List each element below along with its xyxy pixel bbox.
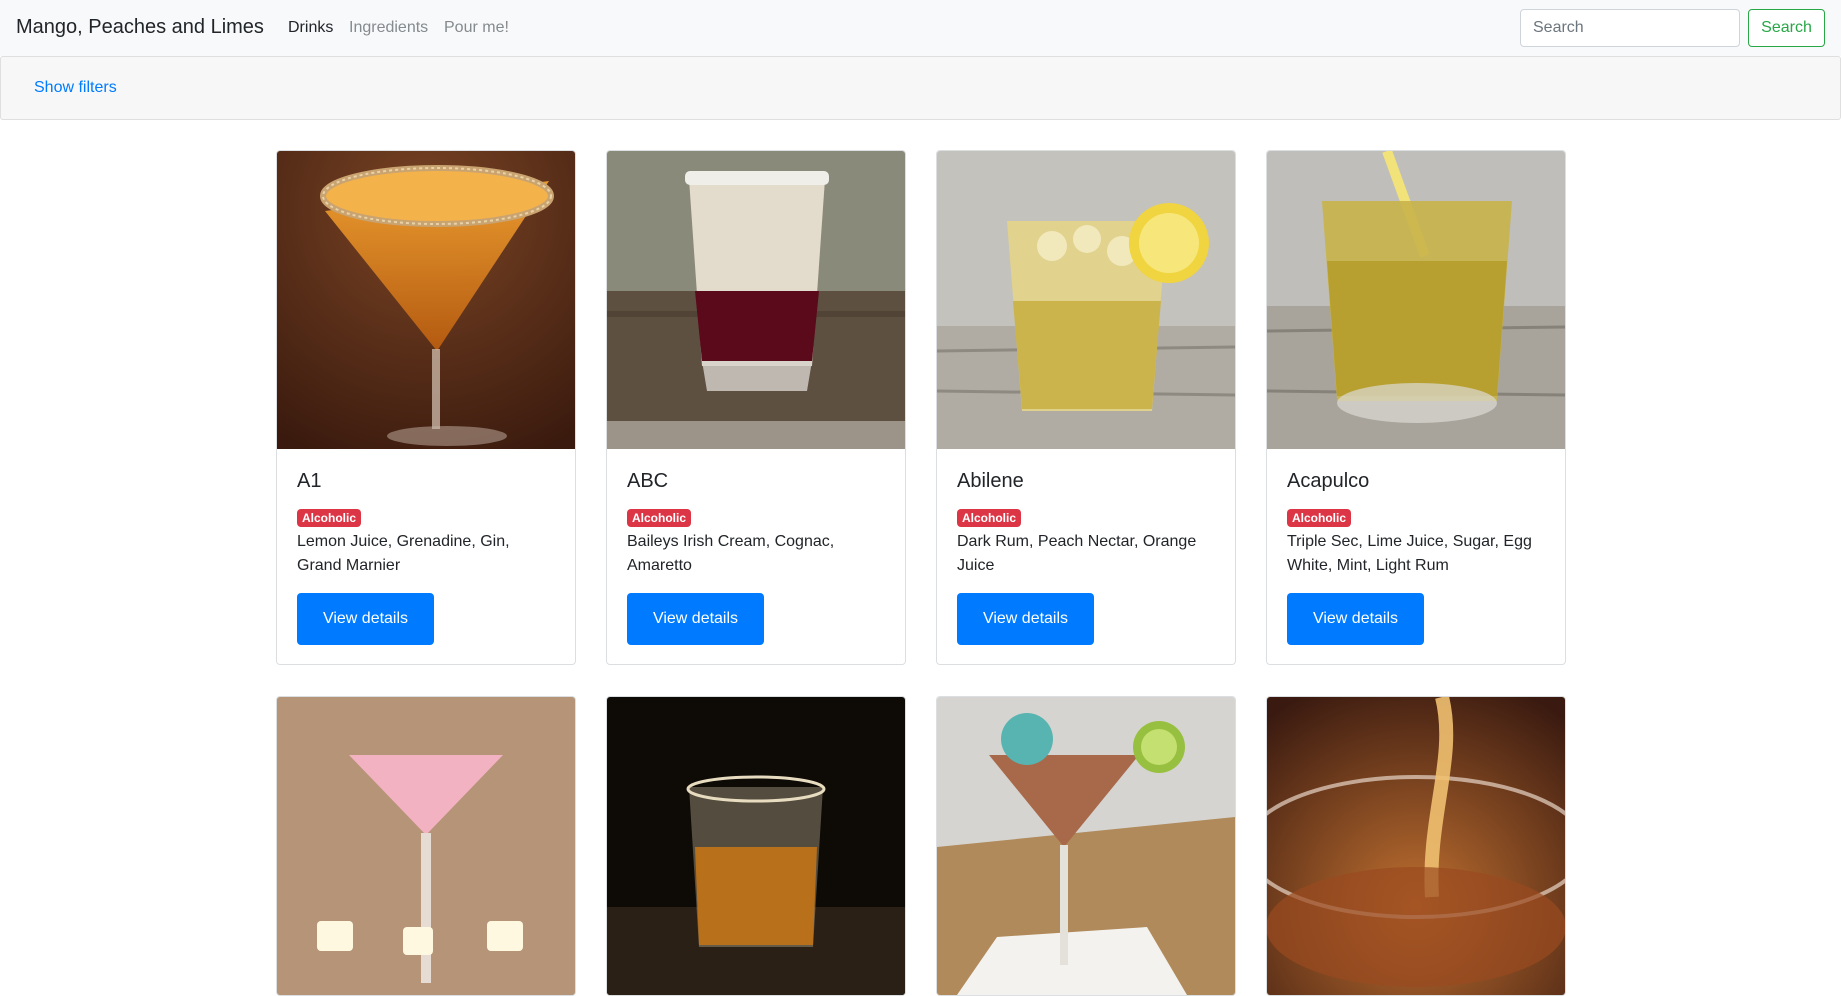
drink-card xyxy=(276,696,576,996)
search-input[interactable] xyxy=(1520,9,1740,47)
drink-name: A1 xyxy=(297,470,322,492)
drink-image[interactable] xyxy=(277,151,575,449)
drink-card xyxy=(1266,696,1566,996)
category-badge: Alcoholic xyxy=(1287,509,1352,527)
category-badge: Alcoholic xyxy=(627,509,692,527)
drink-card-abc: ABC Alcoholic Baileys Irish Cream, Cogna… xyxy=(606,150,906,665)
drink-card xyxy=(606,696,906,996)
drink-card-a1: A1 Alcoholic Lemon Juice, Grenadine, Gin… xyxy=(276,150,576,665)
drink-image[interactable] xyxy=(1267,151,1565,449)
search-button[interactable]: Search xyxy=(1748,9,1825,47)
nav-ingredients[interactable]: Ingredients xyxy=(349,19,428,37)
ingredients-list: Dark Rum, Peach Nectar, Orange Juice xyxy=(957,533,1197,574)
navbar: Mango, Peaches and Limes Drinks Ingredie… xyxy=(0,0,1841,56)
category-badge: Alcoholic xyxy=(297,509,362,527)
drink-name: ABC xyxy=(627,470,669,492)
filter-panel: Show filters xyxy=(0,56,1841,120)
view-details-button[interactable]: View details xyxy=(1287,593,1424,645)
drink-name: Abilene xyxy=(957,470,1024,492)
view-details-button[interactable]: View details xyxy=(297,593,434,645)
category-badge: Alcoholic xyxy=(957,509,1022,527)
nav-drinks[interactable]: Drinks xyxy=(288,19,333,37)
drink-image[interactable] xyxy=(937,697,1235,995)
drink-image[interactable] xyxy=(277,697,575,995)
drink-name: Acapulco xyxy=(1287,470,1370,492)
ingredients-list: Lemon Juice, Grenadine, Gin, Grand Marni… xyxy=(297,533,510,574)
drink-card-acapulco: Acapulco Alcoholic Triple Sec, Lime Juic… xyxy=(1266,150,1566,665)
view-details-button[interactable]: View details xyxy=(957,593,1094,645)
view-details-button[interactable]: View details xyxy=(627,593,764,645)
ingredients-list: Triple Sec, Lime Juice, Sugar, Egg White… xyxy=(1287,533,1532,574)
drink-card xyxy=(936,696,1236,996)
drink-image[interactable] xyxy=(607,151,905,449)
nav-pour-me[interactable]: Pour me! xyxy=(444,19,509,37)
drink-card-abilene: Abilene Alcoholic Dark Rum, Peach Nectar… xyxy=(936,150,1236,665)
ingredients-list: Baileys Irish Cream, Cognac, Amaretto xyxy=(627,533,835,574)
drink-image[interactable] xyxy=(1267,697,1565,995)
drink-image[interactable] xyxy=(607,697,905,995)
show-filters-link[interactable]: Show filters xyxy=(34,79,117,97)
drink-image[interactable] xyxy=(937,151,1235,449)
brand-logo[interactable]: Mango, Peaches and Limes xyxy=(16,16,264,39)
